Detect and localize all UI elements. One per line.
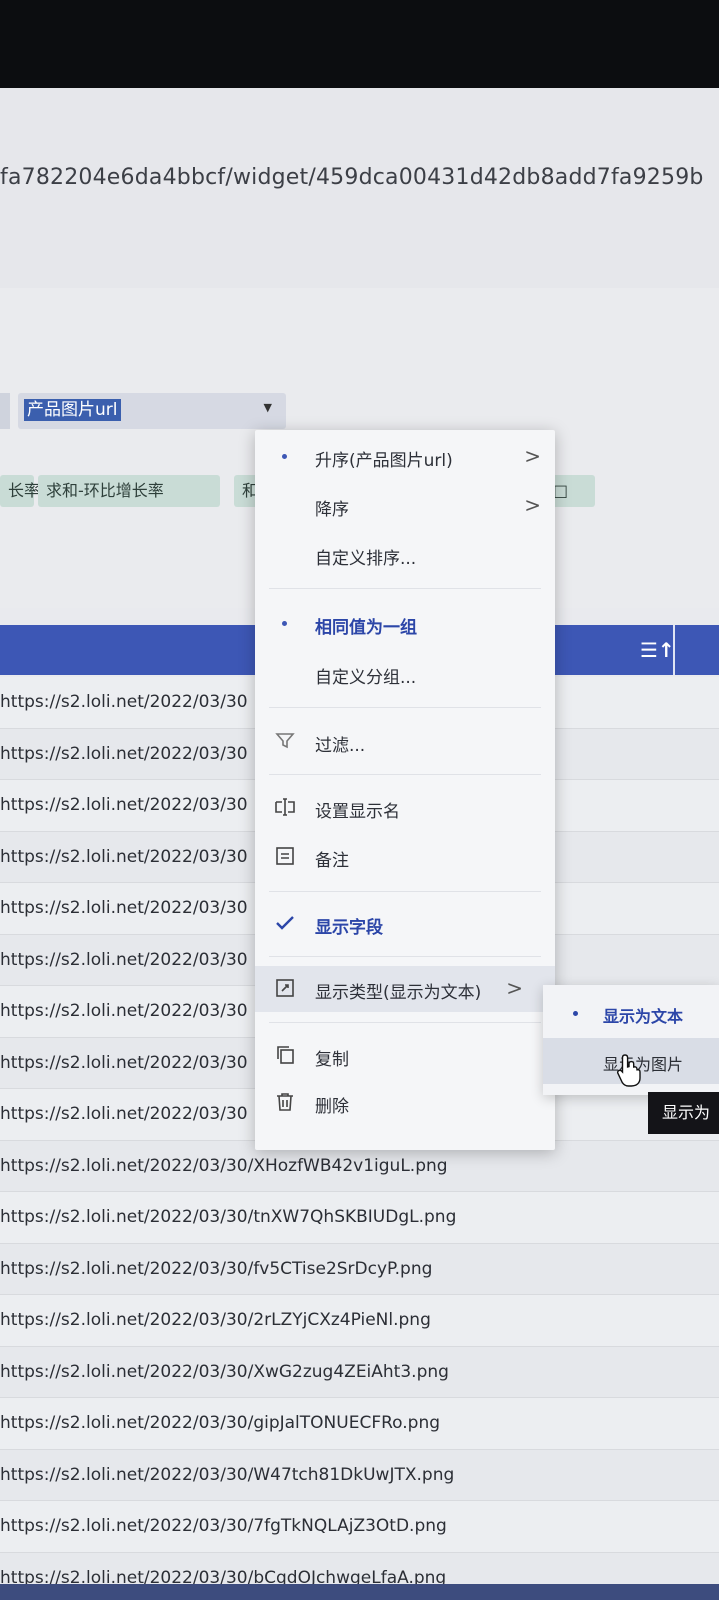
menu-divider: [269, 1022, 541, 1023]
chevron-right-icon: >: [524, 444, 541, 468]
submenu-item-label: 显示为文本: [603, 1007, 684, 1026]
note-icon: [273, 844, 297, 868]
url-cell: https://s2.loli.net/2022/03/30: [0, 949, 248, 970]
url-cell: https://s2.loli.net/2022/03/30: [0, 898, 248, 919]
checkmark-icon: [273, 911, 297, 935]
selected-bullet-icon: [573, 1011, 578, 1016]
table-row[interactable]: https://s2.loli.net/2022/03/30/tnXW7QhSK…: [0, 1192, 719, 1244]
table-row[interactable]: https://s2.loli.net/2022/03/30/7fgTkNQLA…: [0, 1501, 719, 1553]
menu-item-label: 升序(产品图片url): [315, 451, 453, 471]
table-row[interactable]: https://s2.loli.net/2022/03/30/gipJalTON…: [0, 1398, 719, 1450]
menu-divider: [269, 588, 541, 589]
menu-item-delete[interactable]: 删除: [255, 1080, 555, 1126]
menu-item-label: 显示类型(显示为文本): [315, 983, 482, 1003]
submenu-item-as-text[interactable]: 显示为文本: [543, 990, 719, 1036]
url-cell: https://s2.loli.net/2022/03/30/XwG2zug4Z…: [0, 1361, 449, 1382]
chevron-right-icon: >: [506, 976, 523, 1000]
menu-item-group-same[interactable]: 相同值为一组: [255, 601, 555, 647]
table-row[interactable]: https://s2.loli.net/2022/03/30/2rLZYjCXz…: [0, 1295, 719, 1347]
menu-divider: [269, 891, 541, 892]
chevron-down-icon[interactable]: ▼: [264, 401, 272, 414]
field-select-value: 产品图片url: [24, 399, 121, 421]
url-cell: https://s2.loli.net/2022/03/30: [0, 795, 248, 816]
menu-item-filter[interactable]: 过滤...: [255, 719, 555, 765]
measure-chip[interactable]: 长率: [0, 475, 40, 507]
menu-item-label: 自定义分组...: [315, 668, 417, 688]
trash-icon: [273, 1090, 297, 1114]
screen-bezel: [0, 0, 719, 88]
url-cell: https://s2.loli.net/2022/03/30/fv5CTise2…: [0, 1258, 433, 1279]
table-row[interactable]: https://s2.loli.net/2022/03/30/W47tch81D…: [0, 1449, 719, 1501]
menu-item-label: 过滤...: [315, 736, 366, 756]
menu-item-copy[interactable]: 复制: [255, 1033, 555, 1079]
menu-item-label: 设置显示名: [315, 802, 400, 822]
copy-icon: [273, 1043, 297, 1067]
url-cell: https://s2.loli.net/2022/03/30/XHozfWB42…: [0, 1155, 448, 1176]
url-cell: https://s2.loli.net/2022/03/30: [0, 692, 248, 713]
menu-item-set-display-name[interactable]: 设置显示名: [255, 785, 555, 831]
bottom-bar: [0, 1584, 719, 1600]
menu-item-label: 显示字段: [315, 918, 383, 938]
url-cell: https://s2.loli.net/2022/03/30: [0, 743, 248, 764]
url-cell: https://s2.loli.net/2022/03/30/2rLZYjCXz…: [0, 1310, 431, 1331]
url-cell: https://s2.loli.net/2022/03/30: [0, 1104, 248, 1125]
rename-icon: [273, 795, 297, 819]
url-cell: https://s2.loli.net/2022/03/30/tnXW7QhSK…: [0, 1207, 457, 1228]
selected-bullet-icon: [282, 454, 287, 459]
menu-item-label: 备注: [315, 851, 349, 871]
menu-item-label: 删除: [315, 1097, 349, 1117]
url-cell: https://s2.loli.net/2022/03/30: [0, 1052, 248, 1073]
menu-item-label: 复制: [315, 1050, 349, 1070]
menu-divider: [269, 956, 541, 957]
table-row[interactable]: https://s2.loli.net/2022/03/30/fv5CTise2…: [0, 1243, 719, 1295]
menu-item-display-type[interactable]: 显示类型(显示为文本) >: [255, 966, 555, 1012]
selected-bullet-icon: [282, 621, 287, 626]
field-select[interactable]: 产品图片url ▼: [18, 393, 286, 429]
field-chip-partial[interactable]: [0, 393, 10, 429]
url-cell: https://s2.loli.net/2022/03/30: [0, 846, 248, 867]
menu-item-custom-sort[interactable]: 自定义排序...: [255, 532, 555, 578]
menu-divider: [269, 707, 541, 708]
address-bar-url[interactable]: fa782204e6da4bbcf/widget/459dca00431d42d…: [0, 165, 719, 205]
menu-item-label: 自定义排序...: [315, 549, 417, 569]
menu-divider: [269, 774, 541, 775]
hand-pointer-icon: [616, 1052, 644, 1088]
chevron-right-icon: >: [524, 493, 541, 517]
menu-item-sort-asc[interactable]: 升序(产品图片url) >: [255, 434, 555, 480]
table-row[interactable]: https://s2.loli.net/2022/03/30/XwG2zug4Z…: [0, 1346, 719, 1398]
measure-chip[interactable]: 求和-环比增长率: [38, 475, 220, 507]
menu-item-label: 降序: [315, 500, 349, 520]
menu-item-sort-desc[interactable]: 降序 >: [255, 483, 555, 529]
url-cell: https://s2.loli.net/2022/03/30/W47tch81D…: [0, 1464, 455, 1485]
url-cell: https://s2.loli.net/2022/03/30/gipJalTON…: [0, 1413, 441, 1434]
url-cell: https://s2.loli.net/2022/03/30: [0, 1001, 248, 1022]
menu-item-show-field[interactable]: 显示字段: [255, 901, 555, 947]
display-type-icon: [273, 976, 297, 1000]
sort-icon[interactable]: ☰↑: [640, 638, 675, 662]
filter-icon: [273, 729, 297, 753]
context-menu: 升序(产品图片url) > 降序 > 自定义排序... 相同值为一组 自定义分组…: [255, 430, 555, 1150]
menu-item-label: 相同值为一组: [315, 618, 417, 638]
tooltip: 显示为: [648, 1092, 719, 1134]
menu-item-note[interactable]: 备注: [255, 834, 555, 880]
url-cell: https://s2.loli.net/2022/03/30/7fgTkNQLA…: [0, 1516, 447, 1537]
menu-item-custom-group[interactable]: 自定义分组...: [255, 651, 555, 697]
column-divider[interactable]: [673, 625, 675, 675]
